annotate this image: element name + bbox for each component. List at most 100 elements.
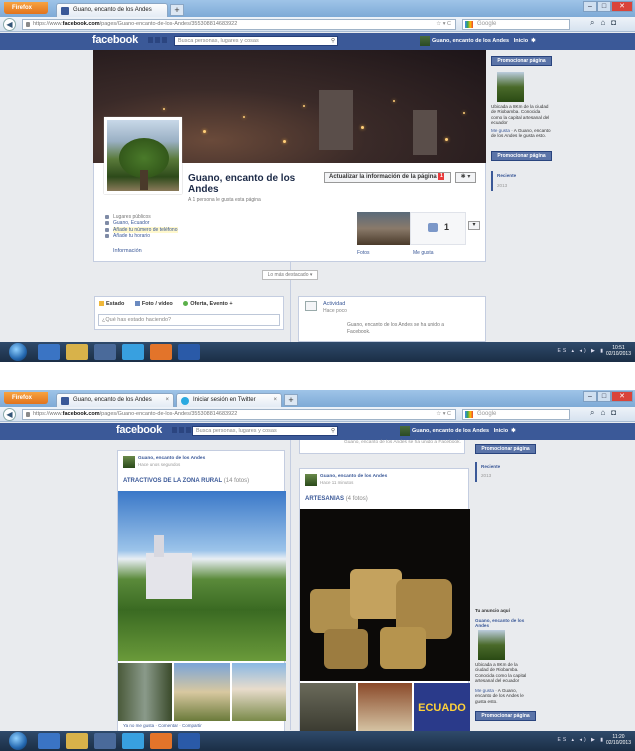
url-controls[interactable]: ☆ ▾ C <box>436 20 451 29</box>
album-thumb-alpaca[interactable] <box>232 663 286 721</box>
tab-photos[interactable]: Fotos <box>357 250 370 256</box>
home-link[interactable]: Inicio <box>494 428 508 434</box>
minimize-button[interactable]: – <box>583 1 597 12</box>
album-thumb[interactable] <box>300 683 356 733</box>
firefox-icon[interactable] <box>150 733 172 749</box>
maximize-button[interactable]: □ <box>597 1 611 12</box>
update-info-button[interactable]: Actualizar la información de la página 1 <box>324 172 451 183</box>
word-icon[interactable] <box>178 344 200 360</box>
new-tab-button[interactable]: + <box>170 4 184 16</box>
messenger-icon[interactable] <box>122 344 144 360</box>
activity-title[interactable]: Actividad <box>323 301 345 307</box>
maximize-button[interactable]: □ <box>597 391 611 402</box>
rail-like-link[interactable]: Me gusta <box>491 128 510 133</box>
browser-search-box[interactable]: Google <box>462 19 570 30</box>
close-window-button[interactable]: ✕ <box>611 1 633 12</box>
clock[interactable]: 11:20 02/10/2013 <box>606 734 631 746</box>
recent-link[interactable]: Reciente <box>481 464 541 469</box>
highlights-dropdown[interactable]: Lo más destacado ▾ <box>262 270 318 280</box>
post-actions[interactable]: Ya no me gusta · Comentar · Compartir <box>123 723 202 728</box>
ie-icon[interactable] <box>38 733 60 749</box>
info-item-hours[interactable]: Añade tu horario <box>105 233 235 239</box>
toolbar-icons[interactable]: ⌕⌂◘ <box>590 408 632 421</box>
promote-page-button[interactable]: Promocionar página <box>491 151 552 161</box>
firefox-menu-button[interactable]: Firefox <box>4 392 48 404</box>
promote-page-button[interactable]: Promocionar página <box>475 711 536 721</box>
promote-page-button[interactable]: Promocionar página <box>491 56 552 66</box>
ad-like-link[interactable]: Me gusta <box>475 688 494 693</box>
tab-information[interactable]: Información <box>113 248 142 254</box>
likes-box[interactable]: 1 <box>410 212 466 245</box>
url-bar[interactable]: https://www.facebook.com/pages/Guano-enc… <box>22 409 456 420</box>
album-main-photo-baskets[interactable] <box>300 509 470 681</box>
album-thumb-ecuador[interactable]: ECUADO <box>414 683 470 733</box>
photo-tab[interactable]: Foto / vídeo <box>134 301 173 307</box>
ad-page-name[interactable]: Guano, encanto de los Andes <box>475 618 535 629</box>
back-button[interactable]: ◀ <box>3 408 16 421</box>
year-link[interactable]: 2013 <box>497 183 557 188</box>
fb-user-link[interactable]: Guano, encanto de los Andes Inicio ✱ <box>420 36 536 47</box>
start-button[interactable] <box>9 732 27 750</box>
album-thumb-waterfall[interactable] <box>118 663 172 721</box>
back-button[interactable]: ◀ <box>3 18 16 31</box>
status-input[interactable]: ¿Qué has estado haciendo? <box>98 314 280 326</box>
settings-gear-button[interactable]: ✱ ▾ <box>455 172 476 183</box>
fb-search-input[interactable]: Busca personas, lugares y cosas ⚲ <box>192 426 338 436</box>
minimize-button[interactable]: – <box>583 391 597 402</box>
url-bar[interactable]: https://www.facebook.com/pages/Guano-enc… <box>22 19 456 30</box>
event-tab[interactable]: Oferta, Evento + <box>183 301 233 307</box>
clock[interactable]: 10:51 02/10/2013 <box>606 345 631 357</box>
friends-icon[interactable] <box>148 37 153 43</box>
explorer-icon[interactable] <box>66 733 88 749</box>
tab-guano[interactable]: Guano, encanto de los Andes × <box>56 393 174 407</box>
ad-thumb[interactable] <box>478 630 505 660</box>
home-link[interactable]: Inicio <box>514 38 528 44</box>
post-author[interactable]: Guano, encanto de los Andes <box>320 474 387 479</box>
recent-link[interactable]: Reciente <box>497 173 557 178</box>
notification-icons[interactable] <box>172 427 194 435</box>
system-tray[interactable]: ES ▴ ◂) ▶ ▮ <box>557 348 605 354</box>
firefox-menu-button[interactable]: Firefox <box>4 2 48 14</box>
album-title[interactable]: ARTESANIAS (4 fotos) <box>305 496 368 502</box>
firefox-icon[interactable] <box>150 344 172 360</box>
close-window-button[interactable]: ✕ <box>611 391 633 402</box>
post-time[interactable]: Hace 11 minutos <box>320 480 353 485</box>
photos-thumbnail[interactable] <box>357 212 410 245</box>
messages-icon[interactable] <box>155 37 160 43</box>
facebook-logo[interactable]: facebook <box>116 424 162 436</box>
album-main-photo[interactable] <box>118 491 286 661</box>
fb-search-input[interactable]: Busca personas, lugares y cosas ⚲ <box>174 36 338 46</box>
notifications-icon[interactable] <box>162 37 167 43</box>
search-icon[interactable]: ⚲ <box>331 37 335 45</box>
rail-profile-thumb[interactable] <box>497 72 524 102</box>
year-link[interactable]: 2013 <box>481 473 541 478</box>
messenger-icon[interactable] <box>122 733 144 749</box>
explorer-icon[interactable] <box>66 344 88 360</box>
tab-twitter[interactable]: Iniciar sesión en Twitter × <box>176 393 282 407</box>
toolbar-icons[interactable]: ⌕⌂◘ <box>590 18 632 31</box>
album-title[interactable]: ATRACTIVOS DE LA ZONA RURAL (14 fotos) <box>123 478 249 484</box>
media-icon[interactable] <box>94 733 116 749</box>
tab-guano[interactable]: Guano, encanto de los Andes <box>56 3 168 17</box>
fb-user-link[interactable]: Guano, encanto de los Andes Inicio ✱ <box>400 426 516 437</box>
post-author[interactable]: Guano, encanto de los Andes <box>138 456 205 461</box>
friends-icon[interactable] <box>172 427 177 433</box>
start-button[interactable] <box>9 343 27 361</box>
profile-picture[interactable] <box>104 117 182 194</box>
post-time[interactable]: Hace unos segundos <box>138 462 180 467</box>
media-icon[interactable] <box>94 344 116 360</box>
new-tab-button[interactable]: + <box>284 394 298 406</box>
status-tab[interactable]: Estado <box>99 301 124 307</box>
post-avatar[interactable] <box>123 456 135 468</box>
tab-likes[interactable]: Me gusta <box>413 250 434 256</box>
browser-search-box[interactable]: Google <box>462 409 570 420</box>
close-tab-icon[interactable]: × <box>273 394 277 406</box>
search-icon[interactable]: ⚲ <box>331 427 335 435</box>
system-tray[interactable]: ES ▴ ◂) ▶ ▮ <box>557 737 605 743</box>
page-title[interactable]: Guano, encanto de los Andes <box>188 173 328 195</box>
messages-icon[interactable] <box>179 427 184 433</box>
notification-icons[interactable] <box>148 37 170 45</box>
notifications-icon[interactable] <box>186 427 191 433</box>
post-avatar[interactable] <box>305 474 317 486</box>
ie-icon[interactable] <box>38 344 60 360</box>
